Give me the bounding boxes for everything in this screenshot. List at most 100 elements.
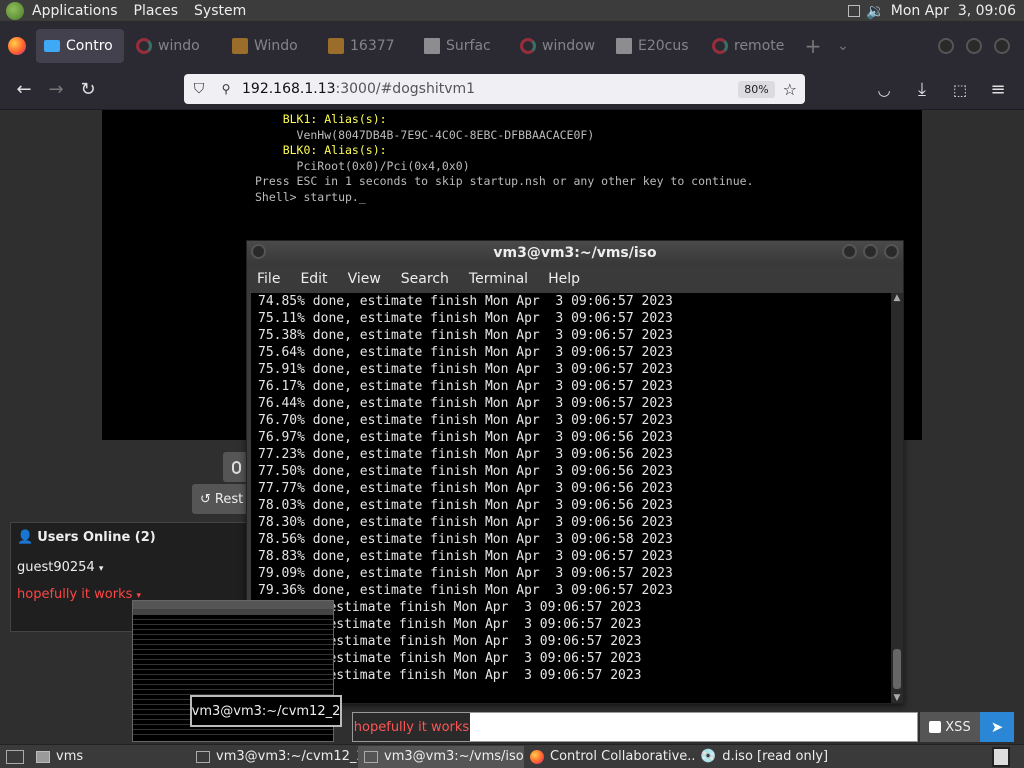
bookmark-star-icon[interactable]: ☆ [783,80,805,99]
terminal-window[interactable]: vm3@vm3:~/vms/iso File Edit View Search … [246,240,904,704]
vm-console-line: Press ESC in 1 seconds to skip startup.n… [255,174,754,188]
google-icon [136,38,152,54]
back-button[interactable]: ← [8,74,40,106]
thumbnail-titlebar [133,601,333,609]
taskbar-item-firefox[interactable]: Control Collaborative... [524,746,694,768]
xss-toggle[interactable]: XSS [920,712,980,742]
taskbar-item-terminal-iso[interactable]: vm3@vm3:~/vms/iso [358,745,524,768]
terminal-maximize-button[interactable] [863,244,878,259]
taskbar-item-terminal-cvm12[interactable]: vm3@vm3:~/cvm12_2 [190,746,358,768]
url-text[interactable]: 192.168.1.13:3000/#dogshitvm1 [238,81,475,97]
maximize-window-button[interactable] [966,38,982,54]
tab-list-icon[interactable]: ⌄ [828,38,858,54]
keyboard-icon[interactable] [848,4,861,17]
terminal-line: 79.09% done, estimate finish Mon Apr 3 0… [258,566,673,581]
tab-16377[interactable]: 16377 [320,29,412,63]
top-panel: Applications Places System 🔉 Mon Apr 3, … [0,0,1024,22]
distro-logo-icon[interactable] [6,1,24,20]
terminal-line: 78.83% done, estimate finish Mon Apr 3 0… [258,549,673,564]
google-icon [520,38,536,54]
terminal-menu-edit[interactable]: Edit [290,271,337,287]
terminal-icon [364,750,378,763]
window-tooltip: vm3@vm3:~/cvm12_2 [190,695,342,727]
vm-console-line: Shell> startup._ [255,189,366,204]
terminal-line: 77.50% done, estimate finish Mon Apr 3 0… [258,464,673,479]
send-button[interactable]: ➤ [980,712,1014,742]
show-desktop-icon[interactable] [6,749,24,764]
xss-checkbox[interactable] [929,721,942,733]
chat-input[interactable]: hopefully it works [352,712,918,742]
vm-console-line: VenHw(8047DB4B-7E9C-4C0C-8EBC-DFBBAACACE… [255,127,595,142]
terminal-minimize-button[interactable] [842,244,857,259]
tab-remote-google[interactable]: remote [704,29,796,63]
extensions-icon[interactable]: ⬚ [944,74,976,106]
terminal-line: e, estimate finish Mon Apr 3 09:06:57 20… [258,634,642,649]
users-online-title: 👤 Users Online (2) [17,530,156,545]
terminal-line: 75.11% done, estimate finish Mon Apr 3 0… [258,311,673,326]
disk-icon: 💿 [700,749,717,764]
pocket-icon[interactable]: ◡ [868,74,900,106]
terminal-menubar: File Edit View Search Terminal Help [247,265,903,293]
volume-icon[interactable]: 🔉 [866,2,885,20]
google-icon [712,38,728,54]
forward-button[interactable]: → [40,74,72,106]
caret-down-icon: ▾ [98,564,104,574]
terminal-line: e, estimate finish Mon Apr 3 09:06:57 20… [258,651,642,666]
restart-button[interactable]: ↺ Rest [192,484,248,514]
terminal-line: 75.38% done, estimate finish Mon Apr 3 0… [258,328,673,343]
reload-button[interactable]: ↻ [72,74,104,106]
scrollbar-thumb[interactable] [893,649,901,689]
new-tab-icon[interactable]: + [798,34,828,58]
page-info-icon[interactable]: ⚲ [214,82,238,96]
trash-icon[interactable] [992,746,1010,767]
terminal-titlebar[interactable]: vm3@vm3:~/vms/iso [247,241,903,265]
terminal-output[interactable]: 74.85% done, estimate finish Mon Apr 3 0… [251,293,891,703]
tab-surfac[interactable]: Surfac [416,29,508,63]
tab-e20cus[interactable]: E20cus [608,29,700,63]
minimize-window-button[interactable] [938,38,954,54]
bottom-taskbar: vms vm3@vm3:~/cvm12_2 vm3@vm3:~/vms/iso … [0,744,1024,768]
tab-windo-bn[interactable]: Windo [224,29,316,63]
mouse-icon [231,460,241,474]
close-window-button[interactable] [994,38,1010,54]
vm-console-line: PciRoot(0x0)/Pci(0x4,0x0) [255,158,470,173]
vm-console-line: BLK1: Alias(s): [255,112,387,126]
terminal-menu-view[interactable]: View [338,271,391,287]
terminal-line: 78.56% done, estimate finish Mon Apr 3 0… [258,532,673,547]
terminal-close-button[interactable] [884,244,899,259]
menu-applications[interactable]: Applications [24,3,126,19]
window-menu-button[interactable] [251,244,266,259]
terminal-icon [196,750,210,763]
scroll-down-icon[interactable]: ▼ [891,693,903,703]
terminal-menu-terminal[interactable]: Terminal [459,271,538,287]
terminal-menu-help[interactable]: Help [538,271,590,287]
terminal-line: 74.85% done, estimate finish Mon Apr 3 0… [258,294,673,309]
shield-icon[interactable]: ⛉ [184,81,214,97]
vm-console-line: BLK0: Alias(s): [255,143,387,157]
terminal-menu-search[interactable]: Search [391,271,459,287]
tab-windo-google[interactable]: windo [128,29,220,63]
firefox-icon[interactable] [0,29,34,63]
monitor-icon [44,40,60,52]
terminal-scrollbar[interactable]: ▲ ▼ [891,293,903,703]
hamburger-menu-icon[interactable]: ≡ [982,74,1014,106]
terminal-menu-file[interactable]: File [247,271,290,287]
bn-icon [328,38,344,54]
tab-control[interactable]: Contro [36,29,124,63]
zoom-level-badge[interactable]: 80% [738,80,775,98]
taskbar-item-vms[interactable]: vms [30,746,190,768]
url-bar[interactable]: ⛉ ⚲ 192.168.1.13:3000/#dogshitvm1 80% ☆ [184,74,805,104]
downloads-icon[interactable]: ⤓ [906,74,938,106]
terminal-line: e, estimate finish Mon Apr 3 09:06:57 20… [258,668,642,683]
terminal-line: 78.03% done, estimate finish Mon Apr 3 0… [258,498,673,513]
clock[interactable]: Mon Apr 3, 09:06 [891,3,1020,19]
tab-window-google[interactable]: window [512,29,604,63]
taskbar-item-disk-image[interactable]: 💿 d.iso [read only] [694,746,894,768]
terminal-line: 78.30% done, estimate finish Mon Apr 3 0… [258,515,673,530]
browser-tab-bar: Contro windo Windo 16377 Surfac window E… [0,22,1024,70]
user-item[interactable]: guest90254 ▾ [11,552,249,583]
menu-system[interactable]: System [186,3,254,19]
menu-places[interactable]: Places [126,3,187,19]
scroll-up-icon[interactable]: ▲ [891,293,903,303]
terminal-line: 75.64% done, estimate finish Mon Apr 3 0… [258,345,673,360]
